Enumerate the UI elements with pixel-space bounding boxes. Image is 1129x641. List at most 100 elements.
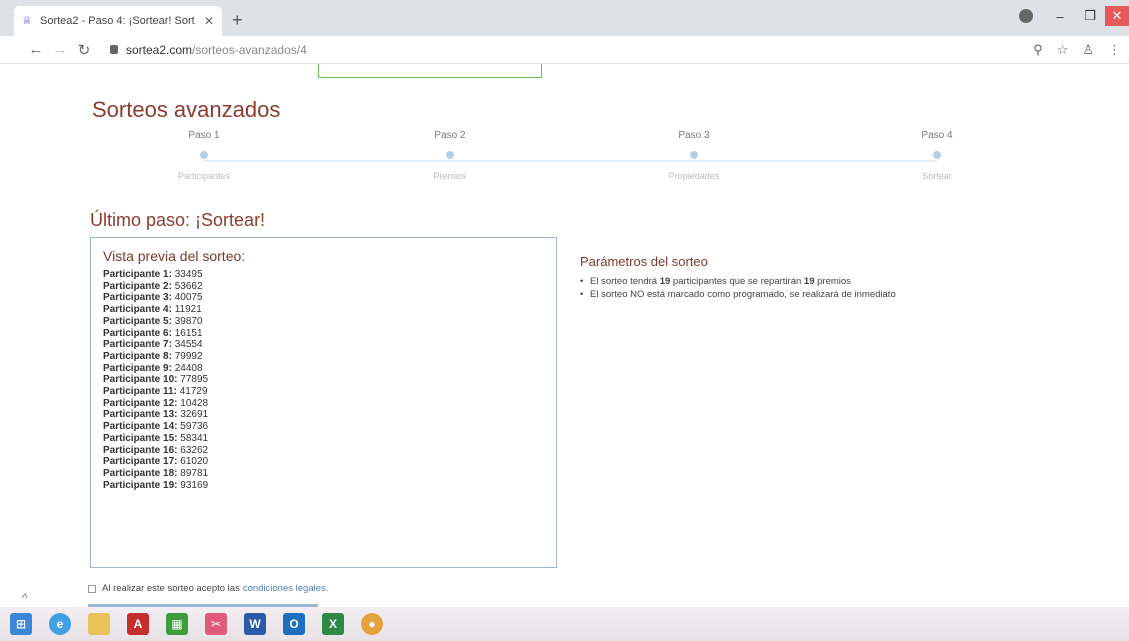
participant-label: Participante 13: [103,409,178,421]
participant-row: Participante 3: 40075 [103,292,544,304]
participant-row: Participante 12: 10428 [103,398,544,410]
participant-number: 63262 [180,444,209,456]
participant-row: Participante 18: 89781 [103,468,544,480]
participant-number: 53662 [174,280,203,292]
terms-link[interactable]: condiciones legales. [243,583,329,594]
forward-icon[interactable]: → [48,41,72,58]
browser-tabbar: ♕ Sortea2 - Paso 4: ¡Sortear! Sort ✕ + –… [0,0,1129,36]
windows-start-icon[interactable]: ⊞ [10,613,32,635]
participant-label: Participante 18: [103,467,178,479]
participant-label: Participante 2: [103,280,172,292]
step-dot [933,151,941,159]
terms-row: Al realizar este sorteo acepto las condi… [88,583,328,594]
participant-number: 79992 [174,350,203,362]
participant-row: Participante 9: 24408 [103,363,544,375]
chrome-icon[interactable]: ● [361,613,383,635]
back-icon[interactable]: ← [24,41,48,58]
prize-count: 19 [803,276,815,287]
step-dot [200,151,208,159]
step-sublabel: Sortear [922,171,952,181]
step-progress: Paso 1 Participantes Paso 2 Premios Paso… [80,130,980,190]
participant-row: Participante 6: 16151 [103,328,544,340]
file-explorer-icon[interactable] [88,613,110,635]
participant-label: Participante 6: [103,327,172,339]
tab-close-icon[interactable]: ✕ [204,14,214,28]
participant-row: Participante 19: 93169 [103,480,544,492]
participant-number: 89781 [180,467,209,479]
account-icon[interactable]: ♙ [1082,42,1094,58]
preview-title: Vista previa del sorteo: [103,248,246,264]
step-2[interactable]: Paso 2 Premios [405,130,495,181]
window-controls: – ❐ ✕ [1019,6,1129,26]
participant-number: 32691 [180,409,209,421]
address-bar[interactable]: sortea2.com /sorteos-avanzados/4 [110,43,307,57]
participant-row: Participante 15: 58341 [103,433,544,445]
parameter-item: El sorteo tendrá 19 participantes que se… [580,275,1080,288]
terms-text: Al realizar este sorteo acepto las [102,583,240,594]
green-box-outline [318,64,542,78]
participant-number: 16151 [174,327,203,339]
snipping-tool-icon[interactable]: ✂ [205,613,227,635]
terms-checkbox[interactable] [88,584,96,593]
taskbar: ⊞ e A ▦ ✂ W O X ● [0,607,1129,641]
reload-icon[interactable]: ↻ [72,41,96,59]
star-icon[interactable]: ☆ [1057,42,1069,58]
step-4[interactable]: Paso 4 Sortear [892,130,982,181]
participant-label: Participante 9: [103,362,172,374]
close-window-icon[interactable]: ✕ [1105,6,1129,26]
participant-row: Participante 14: 59736 [103,421,544,433]
profile-icon[interactable] [1019,9,1033,23]
participant-label: Participante 1: [103,269,172,280]
participant-row: Participante 13: 32691 [103,409,544,421]
participant-number: 41729 [179,386,208,398]
participant-number: 77895 [180,374,209,386]
participant-label: Participante 16: [103,444,178,456]
participant-row: Participante 2: 53662 [103,281,544,293]
step-dot [690,151,698,159]
step-heading: Último paso: ¡Sortear! [90,210,266,230]
step-label: Paso 4 [921,130,953,141]
participant-row: Participante 1: 33495 [103,269,544,281]
kebab-menu-icon[interactable]: ⋮ [1108,42,1121,58]
participant-row: Participante 11: 41729 [103,386,544,398]
browser-tab[interactable]: ♕ Sortea2 - Paso 4: ¡Sortear! Sort ✕ [14,6,222,36]
minimize-icon[interactable]: – [1045,9,1075,24]
participant-number: 61020 [180,456,209,468]
excel-icon[interactable]: X [322,613,344,635]
participant-number: 59736 [180,421,209,433]
chevron-up-icon[interactable]: ^ [22,591,28,605]
step-1[interactable]: Paso 1 Participantes [159,130,249,181]
participant-row: Participante 4: 11921 [103,304,544,316]
param-text: El sorteo tendrá [590,276,660,287]
participant-number: 11921 [174,304,202,316]
page-title: Sorteos avanzados [92,97,281,122]
word-icon[interactable]: W [244,613,266,635]
step-3[interactable]: Paso 3 Propiedades [649,130,739,181]
participant-label: Participante 19: [103,479,178,491]
step-sublabel: Premios [433,171,467,181]
participant-count: 19 [659,276,671,287]
preview-panel: Vista previa del sorteo: Participante 1:… [90,237,557,568]
participant-number: 40075 [174,292,203,304]
acrobat-icon[interactable]: A [127,613,149,635]
zoom-icon[interactable]: ⚲ [1033,42,1043,58]
parameter-item: El sorteo NO está marcado como programad… [580,288,1080,301]
url-host: sortea2.com [126,42,193,57]
step-label: Paso 1 [188,130,220,141]
participant-number: 24408 [174,362,203,374]
participant-number: 93169 [180,479,209,491]
calculator-icon[interactable]: ▦ [166,613,188,635]
participant-number: 33495 [174,269,203,280]
participant-row: Participante 8: 79992 [103,351,544,363]
step-dot [446,151,454,159]
browser-toolbar: ← → ↻ sortea2.com /sorteos-avanzados/4 ⚲… [0,36,1129,64]
toolbar-actions: ⚲ ☆ ♙ ⋮ [1033,42,1121,58]
new-tab-icon[interactable]: + [232,10,243,31]
internet-explorer-icon[interactable]: e [49,613,71,635]
participant-row: Participante 7: 34554 [103,339,544,351]
parameters-title: Parámetros del sorteo [580,254,708,269]
restore-icon[interactable]: ❐ [1075,8,1105,24]
participant-label: Participante 14: [103,421,178,433]
outlook-icon[interactable]: O [283,613,305,635]
step-sublabel: Propiedades [668,171,720,181]
